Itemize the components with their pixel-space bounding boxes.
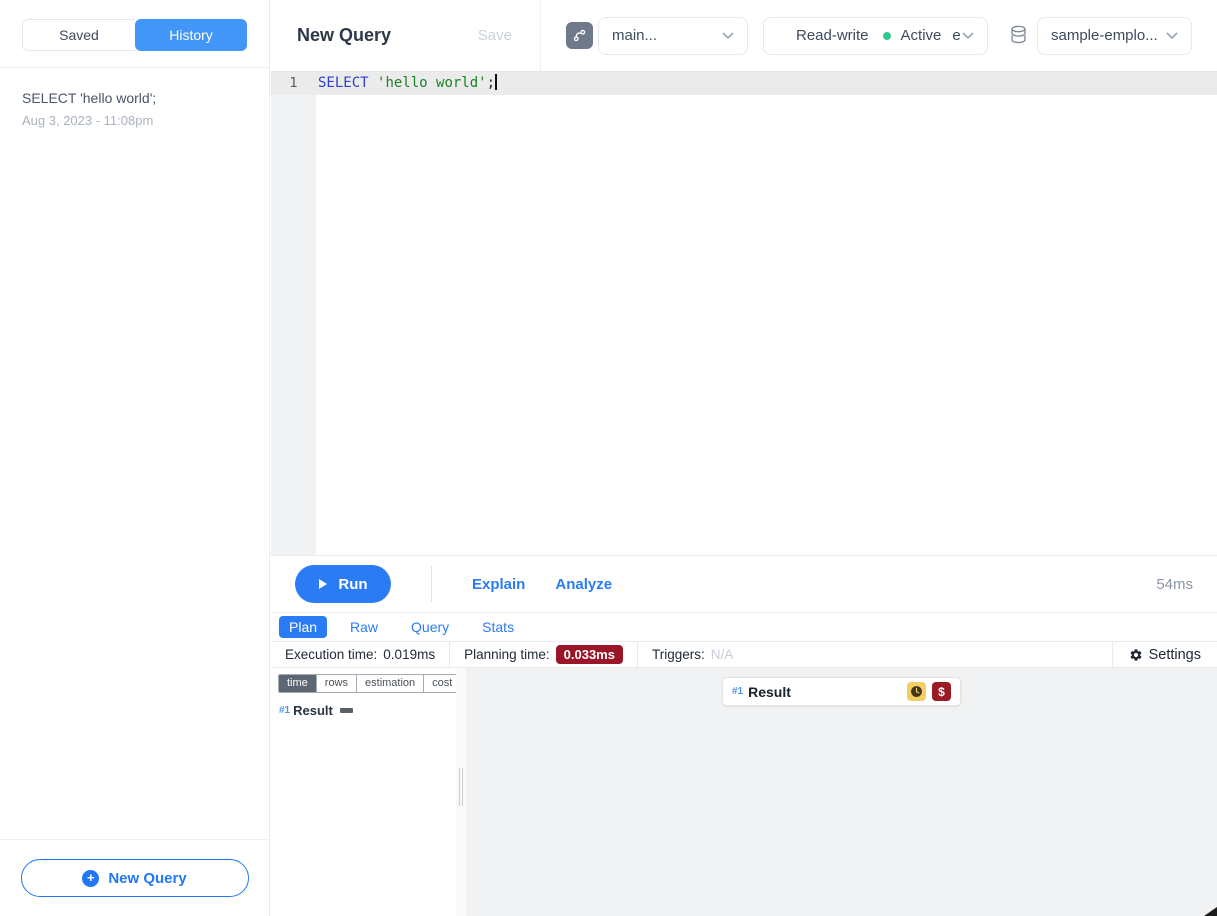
settings-label: Settings <box>1149 647 1201 663</box>
triggers-label: Triggers: <box>652 647 705 662</box>
run-button[interactable]: Run <box>295 565 391 603</box>
line-number: 1 <box>271 72 316 95</box>
execution-time-label: Execution time: <box>285 647 377 662</box>
tab-stats[interactable]: Stats <box>472 616 524 638</box>
clock-icon <box>910 685 923 698</box>
planning-time-stat: Planning time: 0.033ms <box>450 642 638 667</box>
sidebar: Saved History SELECT 'hello world'; Aug … <box>0 0 270 916</box>
tab-query[interactable]: Query <box>401 616 459 638</box>
plan-stats-bar: Execution time: 0.019ms Planning time: 0… <box>271 641 1217 668</box>
connection-toolbar: main... Read-write Active e <box>541 0 1217 71</box>
connection-status-label: Active <box>901 27 942 44</box>
plan-metric-tabs: time rows estimation cost <box>278 674 461 693</box>
node-name: Result <box>748 684 791 700</box>
git-branch-icon <box>572 28 587 43</box>
tab-plan[interactable]: Plan <box>279 616 327 638</box>
status-dot-icon <box>883 32 891 40</box>
plan-diagram-panel: #1 Result $ <box>466 668 1217 916</box>
analyze-link[interactable]: Analyze <box>555 576 612 593</box>
tab-saved[interactable]: Saved <box>22 19 135 51</box>
time-badge <box>907 682 926 701</box>
chevron-down-icon <box>1166 32 1178 40</box>
page-title: New Query <box>297 25 391 46</box>
execution-time-stat: Execution time: 0.019ms <box>271 642 450 667</box>
main-header: New Query Save main... Read-write <box>271 0 1217 71</box>
planning-time-badge: 0.033ms <box>556 645 623 664</box>
settings-button[interactable]: Settings <box>1112 642 1217 667</box>
history-list-item[interactable]: SELECT 'hello world'; Aug 3, 2023 - 11:0… <box>0 68 269 150</box>
triggers-stat: Triggers: N/A <box>638 642 747 667</box>
gear-icon <box>1129 648 1143 662</box>
play-icon <box>318 578 328 590</box>
database-dropdown[interactable]: sample-emplo... <box>1037 17 1192 55</box>
code-line[interactable]: SELECT 'hello world'; <box>318 72 497 95</box>
explain-link[interactable]: Explain <box>472 576 525 593</box>
main-pane: New Query Save main... Read-write <box>271 0 1217 916</box>
sidebar-footer: + New Query <box>0 839 269 916</box>
new-query-button[interactable]: + New Query <box>21 859 249 897</box>
plus-icon: + <box>82 870 99 887</box>
database-dropdown-value: sample-emplo... <box>1051 27 1158 44</box>
chevron-down-icon <box>722 32 734 40</box>
new-query-button-label: New Query <box>108 870 186 887</box>
history-timestamp: Aug 3, 2023 - 11:08pm <box>22 113 247 128</box>
dollar-icon: $ <box>938 685 945 699</box>
sql-semicolon: ; <box>487 75 495 91</box>
plan-tree-panel: time rows estimation cost #1 Result <box>271 668 456 916</box>
sql-keyword: SELECT <box>318 75 377 91</box>
results-tab-bar: Plan Raw Query Stats <box>271 612 1217 641</box>
metric-tab-time[interactable]: time <box>279 675 317 692</box>
run-bar: Run Explain Analyze 54ms <box>271 555 1217 612</box>
plan-area: time rows estimation cost #1 Result #1 R… <box>271 668 1217 916</box>
execution-time-value: 0.019ms <box>383 647 435 662</box>
plan-diagram-node-result[interactable]: #1 Result $ <box>722 677 961 706</box>
sql-string: 'hello world' <box>377 75 487 91</box>
chevron-down-icon <box>962 32 974 40</box>
sidebar-header: Saved History <box>0 0 269 68</box>
node-badges: $ <box>907 682 951 701</box>
query-workbench-app: Saved History SELECT 'hello world'; Aug … <box>0 0 1217 916</box>
node-index: #1 <box>732 686 743 697</box>
splitter-grip-icon <box>459 768 463 806</box>
git-branch-icon-button[interactable] <box>566 22 593 49</box>
connection-extra-text: e <box>952 27 960 44</box>
plan-tree-node-result[interactable]: #1 Result <box>278 703 456 718</box>
saved-history-segmented-control: Saved History <box>22 19 247 51</box>
branch-dropdown-value: main... <box>612 27 657 44</box>
query-title-bar: New Query Save <box>271 0 541 71</box>
history-query-text: SELECT 'hello world'; <box>22 90 247 106</box>
database-cylinder-icon <box>1009 25 1028 46</box>
editor-gutter <box>271 72 316 555</box>
tab-raw[interactable]: Raw <box>340 616 388 638</box>
node-index: #1 <box>279 705 290 716</box>
panel-splitter[interactable] <box>456 668 466 916</box>
text-cursor <box>495 74 497 90</box>
triggers-value: N/A <box>711 647 734 662</box>
query-duration: 54ms <box>1156 576 1193 593</box>
node-metric-bar <box>340 708 353 713</box>
connection-mode-dropdown[interactable]: Read-write Active e <box>763 17 988 55</box>
save-button[interactable]: Save <box>478 27 512 44</box>
node-name: Result <box>293 703 333 718</box>
divider <box>431 566 432 602</box>
sql-editor[interactable]: 1 SELECT 'hello world'; <box>271 71 1217 555</box>
tab-history[interactable]: History <box>135 19 247 51</box>
branch-dropdown[interactable]: main... <box>598 17 748 55</box>
metric-tab-rows[interactable]: rows <box>317 675 357 692</box>
metric-tab-estimation[interactable]: estimation <box>357 675 424 692</box>
metric-tab-cost[interactable]: cost <box>424 675 460 692</box>
run-button-label: Run <box>338 576 367 593</box>
cost-badge: $ <box>932 682 951 701</box>
connection-mode-label: Read-write <box>796 27 869 44</box>
planning-time-label: Planning time: <box>464 647 550 662</box>
